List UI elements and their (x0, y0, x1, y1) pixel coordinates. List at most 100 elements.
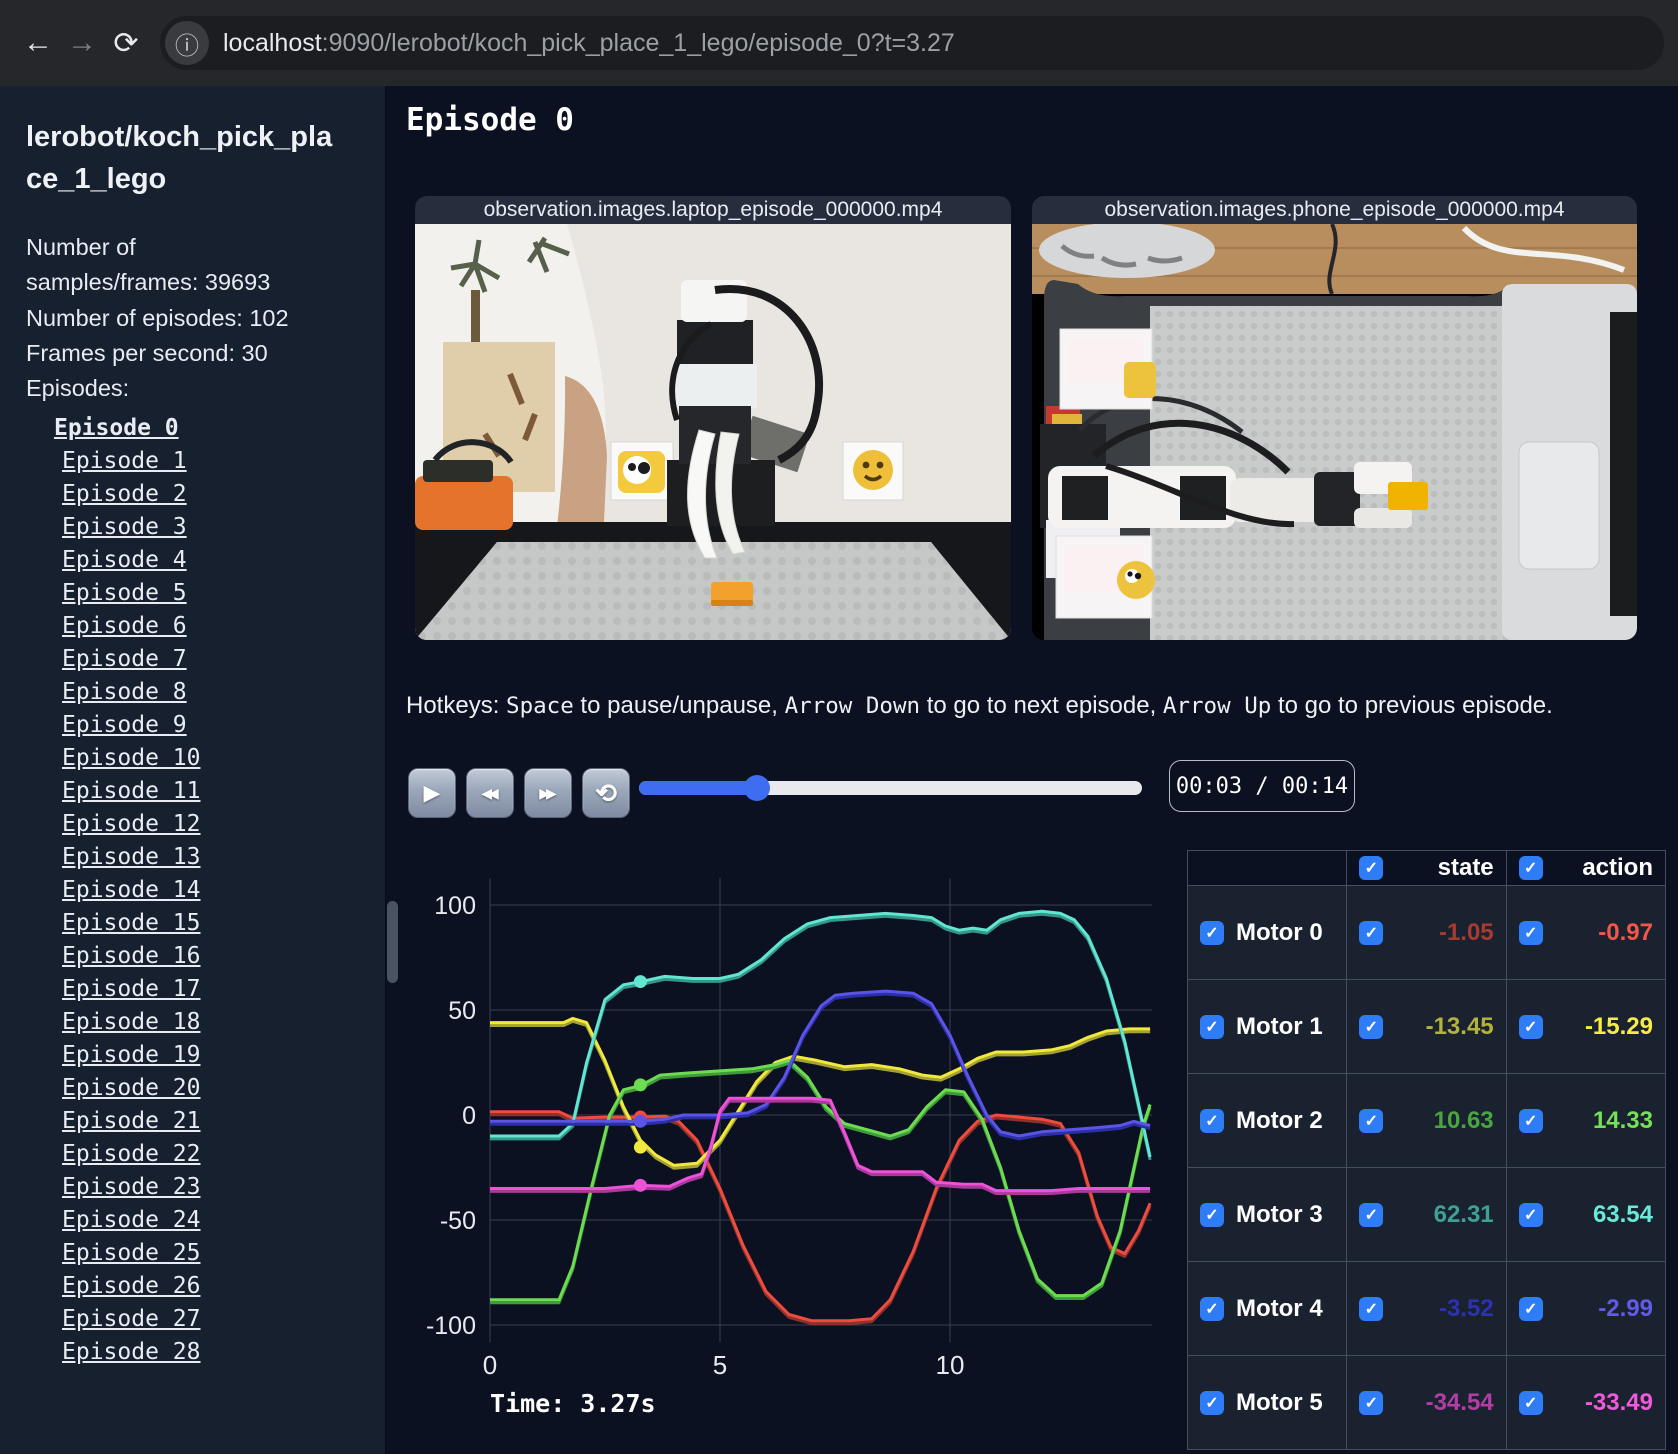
browser-toolbar: ← → ⟳ ⓘ localhost:9090/lerobot/koch_pick… (0, 0, 1678, 87)
sidebar-link-episode-12[interactable]: Episode 12 (62, 811, 200, 837)
episode-list-item: Episode 13 (62, 841, 385, 874)
motor-1-label: Motor 1 (1236, 1012, 1323, 1040)
sidebar-link-episode-0[interactable]: Episode 0 (54, 415, 179, 441)
motor-0-state-checkbox[interactable] (1359, 920, 1384, 945)
sidebar-link-episode-13[interactable]: Episode 13 (62, 844, 200, 870)
motor-2-action-checkbox[interactable] (1518, 1108, 1543, 1133)
motor-1-action-value: -15.29 (1584, 1012, 1653, 1040)
stat-episodes: Number of episodes: 102 (26, 304, 289, 331)
motor-5-checkbox[interactable] (1200, 1390, 1224, 1415)
motor-0-checkbox[interactable] (1200, 920, 1224, 945)
episode-list-item: Episode 11 (62, 775, 385, 808)
sidebar-link-episode-17[interactable]: Episode 17 (62, 976, 200, 1002)
sidebar-link-episode-4[interactable]: Episode 4 (62, 547, 187, 573)
motor-5-state-cell: -34.54 (1346, 1355, 1507, 1450)
motor-2-checkbox[interactable] (1200, 1108, 1224, 1133)
reload-icon[interactable]: ⟳ (104, 26, 148, 61)
site-info-icon[interactable]: ⓘ (165, 21, 209, 65)
sidebar-link-episode-16[interactable]: Episode 16 (62, 943, 200, 969)
dataset-stats: Number of samples/frames: 39693 Number o… (26, 230, 298, 406)
sidebar-link-episode-25[interactable]: Episode 25 (62, 1240, 200, 1266)
motor-2-state-value: 10.63 (1433, 1106, 1494, 1134)
fast-forward-button[interactable]: ▶▶ (524, 768, 572, 818)
motor-0-state-value: -1.05 (1438, 918, 1494, 946)
motor-4-state-checkbox[interactable] (1359, 1296, 1384, 1321)
motor-3-action-checkbox[interactable] (1518, 1202, 1543, 1227)
episode-list: Episode 0 Episode 1 Episode 2 Episode 3 Epis… (26, 412, 385, 1369)
sidebar-link-episode-2[interactable]: Episode 2 (62, 481, 187, 507)
motor-chart[interactable]: 100500-50-1000 5 10Time: 3.27s (398, 860, 1168, 1420)
address-bar[interactable]: ⓘ localhost:9090/lerobot/koch_pick_place… (160, 16, 1664, 70)
motor-1-state-checkbox[interactable] (1359, 1014, 1384, 1039)
sidebar-link-episode-24[interactable]: Episode 24 (62, 1207, 200, 1233)
sidebar-link-episode-9[interactable]: Episode 9 (62, 712, 187, 738)
motor-1-checkbox[interactable] (1200, 1014, 1224, 1039)
seek-slider[interactable] (639, 775, 1142, 801)
motor-5-action-checkbox[interactable] (1518, 1390, 1543, 1415)
episode-list-item: Episode 6 (62, 610, 385, 643)
motor-0-action-checkbox[interactable] (1518, 920, 1543, 945)
svg-text:10: 10 (936, 1350, 965, 1380)
stat-fps: Frames per second: 30 (26, 339, 268, 366)
video-phone-title: observation.images.phone_episode_000000.… (1032, 196, 1637, 224)
motor-4-checkbox[interactable] (1200, 1296, 1224, 1321)
episode-list-item: Episode 23 (62, 1171, 385, 1204)
motor-2-state-cell: 10.63 (1346, 1073, 1507, 1168)
sidebar-link-episode-26[interactable]: Episode 26 (62, 1273, 200, 1299)
sidebar: lerobot/koch_pick_place_1_lego Number of… (0, 86, 386, 1454)
sidebar-link-episode-3[interactable]: Episode 3 (62, 514, 187, 540)
sidebar-link-episode-27[interactable]: Episode 27 (62, 1306, 200, 1332)
sidebar-link-episode-5[interactable]: Episode 5 (62, 580, 187, 606)
video-phone-camera[interactable]: observation.images.phone_episode_000000.… (1032, 196, 1637, 640)
sidebar-link-episode-22[interactable]: Episode 22 (62, 1141, 200, 1167)
video-laptop-camera[interactable]: observation.images.laptop_episode_000000… (415, 196, 1011, 640)
sidebar-link-episode-21[interactable]: Episode 21 (62, 1108, 200, 1134)
dataset-title: lerobot/koch_pick_place_1_lego (26, 121, 333, 196)
episode-list-item: Episode 19 (62, 1039, 385, 1072)
episode-list-item: Episode 28 (62, 1336, 385, 1369)
sidebar-link-episode-18[interactable]: Episode 18 (62, 1009, 200, 1035)
play-button[interactable]: ▶ (408, 768, 456, 818)
scrollbar-thumb[interactable] (387, 901, 398, 983)
episode-list-item: Episode 2 (62, 478, 385, 511)
svg-text:50: 50 (448, 997, 476, 1025)
loop-icon: ⟲ (595, 777, 617, 808)
sidebar-link-episode-1[interactable]: Episode 1 (62, 448, 187, 474)
seek-slider-thumb[interactable] (744, 775, 771, 801)
motor-4-state-cell: -3.52 (1346, 1261, 1507, 1356)
sidebar-link-episode-20[interactable]: Episode 20 (62, 1075, 200, 1101)
time-display: 00:03 / 00:14 (1169, 760, 1355, 812)
svg-text:Time: 3.27s: Time: 3.27s (490, 1389, 656, 1418)
sidebar-link-episode-19[interactable]: Episode 19 (62, 1042, 200, 1068)
episode-list-item: Episode 8 (62, 676, 385, 709)
table-header-state: state (1346, 850, 1507, 886)
episode-list-item: Episode 17 (62, 973, 385, 1006)
sidebar-link-episode-23[interactable]: Episode 23 (62, 1174, 200, 1200)
episode-list-item: Episode 12 (62, 808, 385, 841)
state-column-checkbox[interactable] (1359, 856, 1384, 880)
loop-button[interactable]: ⟲ (582, 768, 630, 818)
sidebar-link-episode-6[interactable]: Episode 6 (62, 613, 187, 639)
motor-2-state-checkbox[interactable] (1359, 1108, 1384, 1133)
sidebar-link-episode-8[interactable]: Episode 8 (62, 679, 187, 705)
motor-4-action-checkbox[interactable] (1518, 1296, 1543, 1321)
sidebar-link-episode-15[interactable]: Episode 15 (62, 910, 200, 936)
forward-icon[interactable]: → (60, 26, 104, 60)
motor-0-state-cell: -1.05 (1346, 885, 1507, 980)
motor-1-action-checkbox[interactable] (1518, 1014, 1543, 1039)
sidebar-link-episode-14[interactable]: Episode 14 (62, 877, 200, 903)
table-header-action: action (1505, 850, 1667, 886)
action-column-checkbox[interactable] (1518, 856, 1543, 880)
motor-3-checkbox[interactable] (1200, 1202, 1224, 1227)
rewind-button[interactable]: ◀◀ (466, 768, 514, 818)
sidebar-link-episode-10[interactable]: Episode 10 (62, 745, 200, 771)
sidebar-link-episode-28[interactable]: Episode 28 (62, 1339, 200, 1365)
motor-5-name-cell: Motor 5 (1186, 1355, 1348, 1450)
sidebar-link-episode-11[interactable]: Episode 11 (62, 778, 200, 804)
video-phone-frame (1032, 224, 1637, 640)
motor-5-label: Motor 5 (1236, 1388, 1323, 1416)
back-icon[interactable]: ← (16, 26, 60, 60)
motor-5-state-checkbox[interactable] (1359, 1390, 1384, 1415)
sidebar-link-episode-7[interactable]: Episode 7 (62, 646, 187, 672)
motor-3-state-checkbox[interactable] (1359, 1202, 1384, 1227)
